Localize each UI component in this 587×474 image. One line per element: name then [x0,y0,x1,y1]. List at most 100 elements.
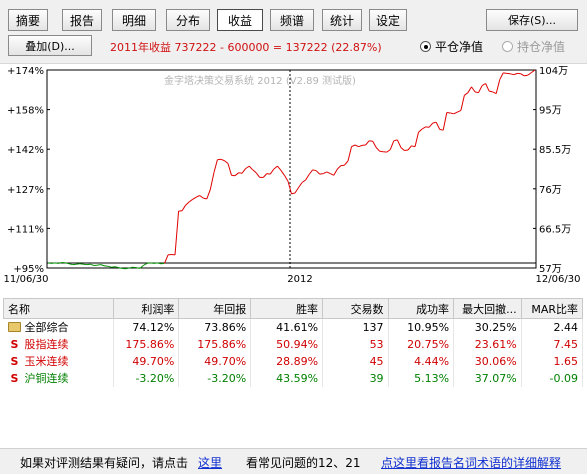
equity-segment [153,262,158,264]
row-name: 沪铜连续 [24,372,69,385]
radio-selected-icon [420,41,431,52]
row-name-cell: S 股指连续 [3,335,114,353]
cell-6: 2.44 [521,318,584,336]
toolbar: 摘要 报告 明细 分布 收益 频谱 统计 设定 保存(S)... 叠加(D)... 2011年… [0,0,587,64]
cell-1: 175.86% [178,335,252,353]
yearly-return-summary: 2011年收益 737222 - 600000 = 137222 (22.87%… [110,41,382,54]
column-header-0[interactable]: 名称 [3,298,114,319]
cell-4: 4.44% [388,352,455,370]
y-left-tick-2: +142% [7,145,44,156]
tab-5[interactable]: 频谱 [270,9,314,31]
tab-7[interactable]: 设定 [369,9,407,31]
column-header-1[interactable]: 利润率 [112,298,180,319]
cell-5: 23.61% [453,335,522,353]
cell-2: 43.59% [250,369,324,387]
cell-0: 74.12% [113,318,180,336]
x-start-label: 11/06/30 [4,274,49,285]
cell-3: 45 [322,352,389,370]
x-mid-label: 2012 [287,274,312,285]
cell-3: 39 [322,369,389,387]
radio-flat-label: 平仓净值 [435,40,484,54]
footer-bar: 如果对评测结果有疑问，请点击 这里 看常见问题的12、21 点这里看报告名词术语… [0,448,587,474]
cell-6: -0.09 [521,369,584,387]
equity-segment [47,262,52,264]
y-right-tick-1: 95万 [539,106,562,117]
radio-hold-label: 持仓净值 [517,40,566,54]
equity-segment [150,262,154,264]
row-name-cell: 全部综合 [3,318,114,336]
tab-2[interactable]: 明细 [112,9,156,31]
equity-segment [319,173,324,175]
cell-3: 53 [322,335,389,353]
column-header-4[interactable]: 交易数 [322,298,389,319]
cell-1: -3.20% [178,369,252,387]
cell-5: 30.06% [453,352,522,370]
table-row[interactable]: S 股指连续 175.86% 175.86% 50.94% 53 20.75% 23.61% 7… [3,335,584,353]
column-header-7[interactable]: MAR比率 [520,298,584,319]
equity-curve-chart: 金字塔决策交易系统 2012 (V2.89 测试版) +174% +158% +14… [4,66,581,285]
y-left-tick-0: +174% [7,66,44,77]
tab-3[interactable]: 分布 [166,9,210,31]
cell-4: 5.13% [388,369,455,387]
cell-0: 175.86% [113,335,180,353]
y-right-tick-2: 85.5万 [539,145,571,156]
row-name: 玉米连续 [24,355,69,368]
tab-6[interactable]: 统计 [322,9,362,31]
cell-2: 28.89% [250,352,324,370]
equity-segment [146,262,151,264]
cell-3: 137 [322,318,389,336]
table-row[interactable]: 全部综合 74.12% 73.86% 41.61% 137 10.95% 30.25% 2.4… [3,318,584,336]
tab-0[interactable]: 摘要 [8,9,48,31]
column-header-2[interactable]: 年回报 [178,298,252,319]
radio-holding-equity[interactable]: 持仓净值 [502,38,565,55]
column-header-6[interactable]: 最大回撤... [453,298,522,319]
equity-segment [503,72,507,74]
s-strategy-icon: S [10,371,19,385]
x-end-label: 12/06/30 [536,274,581,285]
cell-4: 10.95% [388,318,455,336]
cell-6: 1.65 [521,352,584,370]
save-button[interactable]: 保存(S)... [486,9,578,31]
here-link[interactable]: 这里 [198,454,222,471]
equity-segment [266,173,271,175]
s-strategy-icon: S [10,354,19,368]
question-text: 如果对评测结果有疑问，请点击 [20,456,189,470]
chart-watermark: 金字塔决策交易系统 2012 (V2.89 测试版) [164,74,356,87]
equity-segment [404,149,409,151]
row-name: 股指连续 [24,338,69,351]
y-right-tick-3: 76万 [539,185,562,196]
plot-frame [46,69,537,269]
equity-segment [446,112,451,114]
y-left-tick-3: +127% [7,185,44,196]
y-left-tick-4: +111% [7,224,44,235]
column-header-5[interactable]: 成功率 [387,298,455,319]
equity-segment [51,262,56,264]
y-left-tick-1: +158% [7,106,44,117]
cell-5: 30.25% [453,318,522,336]
table-row[interactable]: S 沪铜连续 -3.20% -3.20% 43.59% 39 5.13% 37.07% -0.0… [3,369,584,387]
cell-0: 49.70% [113,352,180,370]
row-name: 全部综合 [24,321,69,335]
y-right-tick-0: 104万 [539,66,568,77]
tab-1[interactable]: 报告 [62,9,102,31]
overlay-button[interactable]: 叠加(D)... [8,35,92,56]
cell-2: 50.94% [250,335,324,353]
equity-chart-panel: 金字塔决策交易系统 2012 (V2.89 测试版) +174% +158% +14… [0,64,587,290]
row-name-cell: S 沪铜连续 [3,369,114,387]
y-right-tick-4: 66.5万 [539,224,571,235]
equity-segment [55,262,59,264]
tab-4[interactable]: 收益 [217,9,263,31]
equity-segment [111,266,116,268]
row-name-cell: S 玉米连续 [3,352,114,370]
table-row[interactable]: S 玉米连续 49.70% 49.70% 28.89% 45 4.44% 30.06% 1.65 [3,352,584,370]
faq-text: 看常见问题的12、21 [246,456,361,470]
cell-1: 49.70% [178,352,252,370]
equity-segment [97,264,101,266]
cell-1: 73.86% [178,318,252,336]
glossary-link[interactable]: 点这里看报告名词术语的详细解释 [381,454,561,471]
cell-4: 20.75% [388,335,455,353]
column-header-3[interactable]: 胜率 [250,298,324,319]
radio-unselected-icon [502,41,513,52]
radio-flat-equity[interactable]: 平仓净值 [420,38,483,55]
cell-2: 41.61% [250,318,324,336]
